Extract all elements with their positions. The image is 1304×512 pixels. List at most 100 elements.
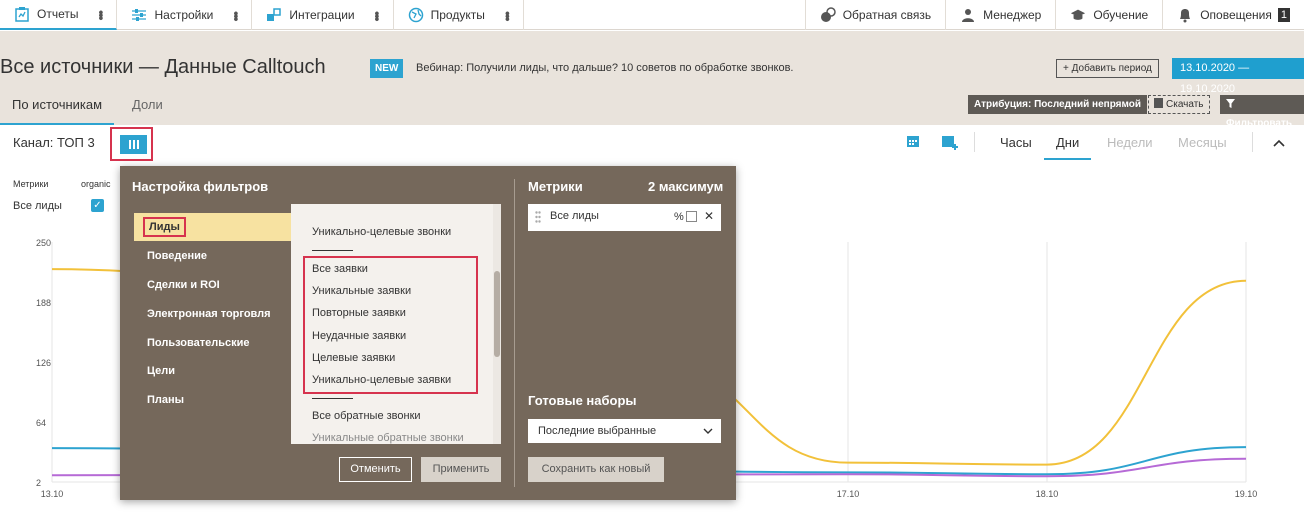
reports-icon	[14, 6, 30, 22]
organic-column-label: organic	[81, 179, 111, 189]
attribution-button[interactable]: Атрибуция: Последний непрямой	[968, 95, 1148, 114]
notifications-count: 1	[1277, 8, 1290, 22]
category-item-ecommerce[interactable]: Электронная торговля	[134, 300, 294, 328]
columns-icon	[120, 135, 147, 154]
filter-settings-panel: Настройка фильтров Лиды Поведение Сделки…	[120, 166, 736, 500]
y-tick-label: 2	[36, 478, 41, 488]
download-icon	[1154, 98, 1163, 108]
y-tick-label: 64	[36, 418, 46, 428]
category-item-plans[interactable]: Планы	[134, 386, 294, 414]
tab-shares[interactable]: Доли	[132, 97, 163, 125]
all-leads-label: Все лиды	[13, 200, 62, 212]
scrollbar[interactable]	[493, 204, 501, 444]
y-tick-label: 188	[36, 298, 51, 308]
metric-option[interactable]: Уникальные обратные звонки	[312, 432, 464, 444]
feedback-icon	[820, 7, 836, 23]
nav-training[interactable]: Обучение	[1055, 0, 1162, 30]
nav-notifications[interactable]: Оповещения 1	[1162, 0, 1304, 30]
scrollbar-thumb[interactable]	[494, 271, 500, 357]
more-icon[interactable]: •••	[93, 10, 109, 19]
nav-products[interactable]: Продукты •••	[394, 0, 524, 30]
more-icon[interactable]: •••	[228, 11, 244, 20]
metric-option[interactable]: Все обратные звонки	[312, 410, 421, 422]
download-button[interactable]: Скачать	[1148, 95, 1210, 114]
max-metrics-label: 2 максимум	[648, 179, 724, 194]
divider	[1252, 132, 1253, 152]
drag-handle-icon[interactable]	[535, 211, 541, 223]
divider	[312, 250, 353, 251]
category-item-custom[interactable]: Пользовательские	[134, 329, 294, 357]
divider	[514, 179, 515, 487]
save-as-new-button[interactable]: Сохранить как новый	[528, 457, 664, 482]
sliders-icon	[131, 7, 147, 23]
category-item-goals[interactable]: Цели	[134, 357, 294, 385]
period-weeks[interactable]: Недели	[1107, 135, 1153, 150]
close-icon[interactable]: ✕	[704, 209, 714, 223]
preset-select[interactable]: Последние выбранные	[528, 419, 721, 443]
nav-settings[interactable]: Настройки •••	[117, 0, 253, 30]
category-item-leads[interactable]: Лиды	[134, 213, 294, 241]
graduation-cap-icon	[1070, 7, 1086, 23]
selected-metric-name: Все лиды	[550, 210, 599, 222]
cancel-button[interactable]: Отменить	[339, 457, 412, 482]
nav-notifications-label: Оповещения	[1200, 8, 1272, 22]
x-tick-label: 18.10	[1036, 489, 1059, 499]
channel-label: Канал: ТОП 3	[13, 135, 95, 150]
nav-integrations[interactable]: Интеграции •••	[252, 0, 394, 30]
date-range-picker[interactable]: 13.10.2020 — 19.10.2020	[1172, 58, 1304, 95]
funnel-icon	[1226, 95, 1235, 114]
new-badge: NEW	[370, 59, 404, 78]
add-period-button[interactable]: + Добавить период	[1056, 59, 1159, 78]
selected-metrics-title: Метрики	[528, 179, 583, 194]
y-tick-label: 250	[36, 238, 51, 248]
filter-label: Фильтровать	[1226, 118, 1293, 129]
filter-button[interactable]: Фильтровать	[1220, 95, 1304, 129]
category-label: Лиды	[143, 217, 186, 237]
top-navigation: Отчеты ••• Настройки ••• Интеграции ••• …	[0, 0, 1304, 30]
webinar-link[interactable]: Вебинар: Получили лиды, что дальше? 10 с…	[416, 62, 793, 74]
y-tick-label: 126	[36, 358, 51, 368]
download-label: Скачать	[1166, 99, 1204, 110]
tab-by-source[interactable]: По источникам	[0, 97, 115, 125]
divider	[312, 398, 353, 399]
nav-feedback[interactable]: Обратная связь	[804, 0, 945, 30]
category-item-deals-roi[interactable]: Сделки и ROI	[134, 271, 294, 299]
calendar-add-icon[interactable]	[941, 134, 958, 150]
more-icon[interactable]: •••	[500, 11, 516, 20]
metric-option[interactable]: Уникально-целевые звонки	[312, 226, 451, 238]
selected-metric-chip[interactable]: Все лиды % ✕	[528, 204, 721, 231]
nav-training-label: Обучение	[1093, 8, 1149, 22]
integrations-icon	[266, 7, 282, 23]
page-title: Все источники — Данные Calltouch	[0, 56, 326, 78]
presets-title: Готовые наборы	[528, 393, 637, 408]
all-leads-checkbox[interactable]: ✓	[91, 199, 104, 212]
period-months[interactable]: Месяцы	[1178, 135, 1227, 150]
metrics-column-label: Метрики	[13, 179, 49, 189]
period-hours[interactable]: Часы	[1000, 135, 1032, 150]
apply-button[interactable]: Применить	[421, 457, 501, 482]
chevron-up-icon[interactable]	[1272, 136, 1286, 150]
x-tick-label: 17.10	[837, 489, 860, 499]
period-days[interactable]: Дни	[1044, 135, 1092, 160]
nav-reports[interactable]: Отчеты •••	[0, 0, 118, 30]
nav-manager-label: Менеджер	[983, 8, 1042, 22]
preset-value: Последние выбранные	[538, 425, 657, 437]
percent-label: %	[674, 211, 684, 223]
calendar-icon[interactable]	[906, 134, 922, 150]
nav-reports-label: Отчеты	[37, 7, 79, 21]
x-tick-label: 19.10	[1235, 489, 1258, 499]
nav-feedback-label: Обратная связь	[842, 8, 932, 22]
user-icon	[960, 7, 976, 23]
percent-checkbox[interactable]	[686, 211, 697, 222]
columns-button[interactable]	[110, 127, 153, 161]
divider	[974, 132, 975, 152]
x-tick-label: 13.10	[41, 489, 64, 499]
filter-panel-title: Настройка фильтров	[132, 179, 269, 194]
nav-manager[interactable]: Менеджер	[945, 0, 1055, 30]
more-icon[interactable]: •••	[370, 11, 386, 20]
globe-icon	[408, 7, 424, 23]
metric-options-list: Уникально-целевые звонки Все заявки Уник…	[291, 204, 501, 444]
chevron-down-icon	[703, 419, 713, 453]
category-item-behavior[interactable]: Поведение	[134, 242, 294, 270]
requests-highlight	[303, 256, 478, 394]
